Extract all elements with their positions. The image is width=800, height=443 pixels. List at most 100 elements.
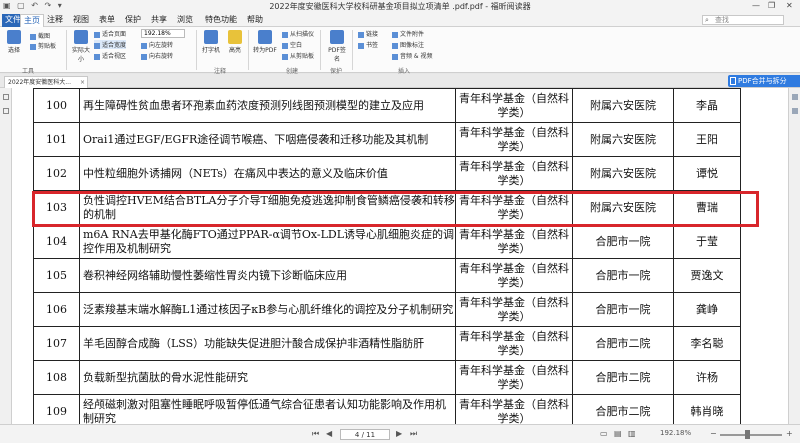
zoom-slider[interactable] <box>720 434 782 436</box>
select-button[interactable]: 选择 <box>3 30 25 54</box>
prev-page-button[interactable]: ◀ <box>326 429 332 438</box>
scanner-icon <box>282 31 288 38</box>
bookmark-panel-icon[interactable] <box>3 94 9 100</box>
snapshot-button[interactable]: 截图 <box>30 31 50 40</box>
blank-button[interactable]: 空白 <box>282 40 302 49</box>
fit-visible-button[interactable]: 适合视区 <box>94 51 126 60</box>
right-side-pane <box>788 88 800 424</box>
tab-browse[interactable]: 浏览 <box>174 14 196 27</box>
applicant-name: 许杨 <box>673 360 741 395</box>
zoom-slider-handle[interactable] <box>745 430 750 439</box>
grant-category: 青年科学基金（自然科学类） <box>455 190 573 225</box>
applicant-name: 王阳 <box>673 122 741 157</box>
tab-form[interactable]: 表单 <box>96 14 118 27</box>
media-icon <box>392 53 398 60</box>
panel-icon[interactable] <box>792 94 798 100</box>
actual-size-button[interactable]: 实际大小 <box>70 30 92 63</box>
tab-home[interactable]: 主页 <box>20 14 44 27</box>
table-row: 107 羊毛固醇合成酶（LSS）功能缺失促进胆汁酸合成保护非酒精性脂肪肝 青年科学基… <box>33 326 741 361</box>
search-icon: ⌕ <box>705 16 709 24</box>
from-scanner-button[interactable]: 从扫描仪 <box>282 29 314 38</box>
institution: 附属六安医院 <box>572 122 674 157</box>
tab-help[interactable]: 帮助 <box>244 14 266 27</box>
fit-width-label: 适合宽度 <box>102 42 127 49</box>
from-clipboard-label: 从剪贴板 <box>290 53 315 60</box>
bookmark-button[interactable]: 书签 <box>358 40 378 49</box>
status-bar: ⏮ ◀ 4 / 11 ▶ ⏭ ▭ ▤ ▥ 192.18% − + <box>0 424 800 443</box>
row-number: 101 <box>33 122 80 157</box>
pdf-merge-split-button[interactable]: PDF合并与拆分 <box>728 75 800 87</box>
typewriter-button[interactable]: 打字机 <box>200 30 222 54</box>
grant-category: 青年科学基金（自然科学类） <box>455 360 573 395</box>
convert-label: 转为PDF <box>253 47 277 54</box>
maximize-button[interactable]: ❐ <box>768 1 775 10</box>
attachment-button[interactable]: 文件附件 <box>392 29 424 38</box>
window-title: 2022年度安徽医科大学校科研基金项目拟立项清单 .pdf.pdf - 福昕阅读… <box>269 2 531 11</box>
institution: 合肥市二院 <box>572 360 674 395</box>
applicant-name: 韩肖晓 <box>673 394 741 424</box>
page-number-field[interactable]: 4 / 11 <box>340 429 390 440</box>
institution: 合肥市一院 <box>572 292 674 327</box>
institution: 附属六安医院 <box>572 156 674 191</box>
row-number: 104 <box>33 224 80 259</box>
select-label: 选择 <box>7 47 20 54</box>
fit-width-button[interactable]: 适合宽度 <box>94 40 127 49</box>
menu-bar: 文件 主页 注释 视图 表单 保护 共享 浏览 特色功能 帮助 ⌕ 查找 <box>0 13 800 27</box>
table-row: 100 再生障碍性贫血患者环孢素血药浓度预测列线图预测模型的建立及应用 青年科学基金… <box>33 88 741 123</box>
bookmark-icon <box>358 42 364 49</box>
tab-share[interactable]: 共享 <box>148 14 170 27</box>
image-annotation-button[interactable]: 图像标注 <box>392 40 424 49</box>
tab-protect[interactable]: 保护 <box>122 14 144 27</box>
first-page-button[interactable]: ⏮ <box>312 429 319 439</box>
fit-page-button[interactable]: 适合页面 <box>94 29 126 38</box>
row-number: 103 <box>33 190 80 225</box>
from-clipboard-button[interactable]: 从剪贴板 <box>282 51 314 60</box>
row-number: 100 <box>33 88 80 123</box>
continuous-page-icon[interactable]: ▤ <box>614 429 622 438</box>
bookmark-label: 书签 <box>366 42 379 49</box>
rotate-left-button[interactable]: 向左旋转 <box>141 40 173 49</box>
tab-view[interactable]: 视图 <box>70 14 92 27</box>
panel-icon[interactable] <box>792 108 798 114</box>
applicant-name: 李晶 <box>673 88 741 123</box>
highlight-button[interactable]: 高亮 <box>224 30 246 54</box>
zoom-in-button[interactable]: + <box>786 429 793 438</box>
project-title: Orai1通过EGF/EGFR途径调节喉癌、下咽癌侵袭和迁移功能及其机制 <box>79 122 456 157</box>
zoom-value: 192.18% <box>144 30 171 37</box>
next-page-button[interactable]: ▶ <box>396 429 402 438</box>
zoom-field[interactable]: 192.18% <box>141 29 185 38</box>
project-table: 100 再生障碍性贫血患者环孢素血药浓度预测列线图预测模型的建立及应用 青年科学基金… <box>33 88 741 424</box>
project-title: 泛素羧基末端水解酶L1通过核因子κB参与心肌纤维化的调控及分子机制研究 <box>79 292 456 327</box>
fit-width-icon <box>94 42 100 49</box>
facing-page-icon[interactable]: ▥ <box>628 429 636 438</box>
blank-label: 空白 <box>290 42 303 49</box>
link-button[interactable]: 链接 <box>358 29 378 38</box>
paperclip-icon <box>392 31 398 38</box>
clipboard-button[interactable]: 剪贴板 <box>30 41 56 50</box>
table-row: 106 泛素羧基末端水解酶L1通过核因子κB参与心肌纤维化的调控及分子机制研究 青年… <box>33 292 741 327</box>
convert-to-pdf-button[interactable]: 转为PDF <box>252 30 278 54</box>
institution: 合肥市二院 <box>572 394 674 424</box>
audio-video-button[interactable]: 音频 & 视频 <box>392 51 433 60</box>
tab-features[interactable]: 特色功能 <box>202 14 240 27</box>
fit-visible-label: 适合视区 <box>102 53 127 60</box>
convert-icon <box>258 30 272 44</box>
zoom-out-button[interactable]: − <box>710 429 717 438</box>
tab-comment[interactable]: 注释 <box>44 14 66 27</box>
page-thumbnail-icon[interactable] <box>3 108 9 114</box>
applicant-name: 李名聪 <box>673 326 741 361</box>
document-tab-bar: 2022年度安徽医科大... × <box>0 74 800 88</box>
close-tab-icon[interactable]: × <box>80 77 85 88</box>
search-input[interactable]: ⌕ 查找 <box>702 15 784 25</box>
table-row: 102 中性粒细胞外诱捕网（NETs）在痛风中表达的意义及临床价值 青年科学基金（自… <box>33 156 741 191</box>
close-button[interactable]: ✕ <box>786 1 793 10</box>
rotate-right-button[interactable]: 向右旋转 <box>141 51 173 60</box>
row-number: 106 <box>33 292 80 327</box>
pdf-sign-button[interactable]: PDF签名 <box>326 30 348 63</box>
table-row: 105 卷积神经网络辅助慢性萎缩性胃炎内镜下诊断临床应用 青年科学基金（自然科学类）… <box>33 258 741 293</box>
document-tab[interactable]: 2022年度安徽医科大... × <box>4 76 88 88</box>
rotate-right-icon <box>141 53 147 60</box>
single-page-icon[interactable]: ▭ <box>600 429 608 438</box>
minimize-button[interactable]: — <box>752 1 760 10</box>
last-page-button[interactable]: ⏭ <box>410 429 417 439</box>
